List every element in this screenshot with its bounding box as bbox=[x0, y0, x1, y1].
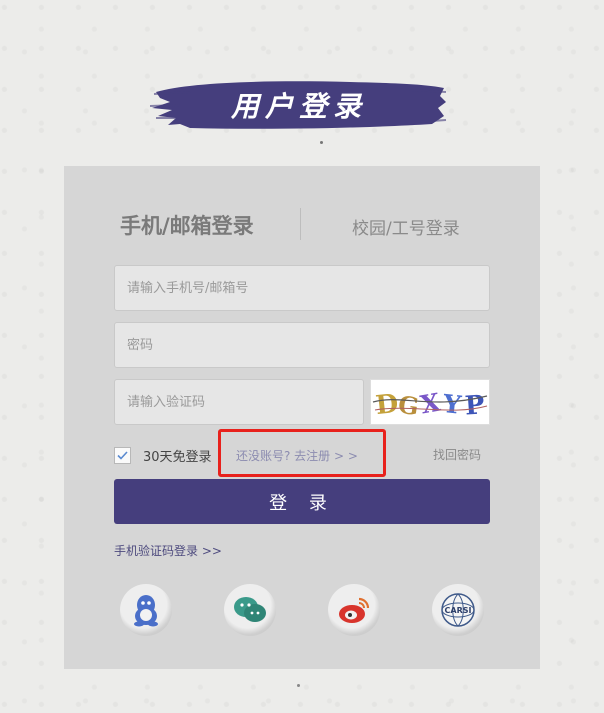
qq-icon bbox=[134, 595, 158, 627]
sms-login-link[interactable]: 手机验证码登录 >> bbox=[114, 542, 222, 559]
captcha-field[interactable] bbox=[114, 379, 364, 425]
password-input[interactable] bbox=[115, 323, 489, 367]
register-link[interactable]: 还没账号? 去注册 > > bbox=[236, 447, 358, 464]
svg-text:P: P bbox=[464, 390, 486, 421]
decorative-dot bbox=[297, 684, 300, 687]
remember-label: 30天免登录 bbox=[143, 449, 212, 465]
wechat-icon bbox=[234, 597, 266, 622]
tab-campus-login[interactable]: 校园/工号登录 bbox=[352, 214, 460, 239]
svg-text:G: G bbox=[396, 390, 420, 422]
captcha-input[interactable] bbox=[115, 380, 363, 424]
tab-divider bbox=[300, 208, 301, 240]
banner-title: 用户登录 bbox=[230, 90, 367, 123]
carsi-icon: CARSI bbox=[441, 593, 475, 627]
weibo-icon bbox=[339, 597, 370, 623]
login-button[interactable]: 登 录 bbox=[114, 479, 490, 524]
social-login-row: CARSI bbox=[64, 584, 540, 636]
remember-checkbox[interactable] bbox=[114, 446, 131, 464]
carsi-login-button[interactable]: CARSI bbox=[432, 584, 484, 636]
tab-phone-email-login[interactable]: 手机/邮箱登录 bbox=[120, 210, 254, 240]
weibo-login-button[interactable] bbox=[328, 584, 380, 636]
check-icon bbox=[117, 450, 128, 460]
qq-login-button[interactable] bbox=[120, 584, 172, 636]
captcha-image[interactable]: D G X Y P bbox=[370, 379, 490, 425]
forgot-password-link[interactable]: 找回密码 bbox=[433, 446, 481, 463]
password-field[interactable] bbox=[114, 322, 490, 368]
svg-text:Y: Y bbox=[441, 389, 464, 420]
wechat-login-button[interactable] bbox=[224, 584, 276, 636]
svg-text:X: X bbox=[418, 388, 443, 420]
account-field[interactable] bbox=[114, 265, 490, 311]
decorative-dot bbox=[320, 141, 323, 144]
remember-me[interactable]: 30天免登录 bbox=[114, 445, 212, 465]
carsi-label: CARSI bbox=[445, 606, 472, 615]
login-banner: 用户登录 bbox=[150, 78, 448, 132]
account-input[interactable] bbox=[115, 266, 489, 310]
login-card: 手机/邮箱登录 校园/工号登录 D G X Y P 30天免登录 还没账号? 去… bbox=[64, 166, 540, 669]
captcha-graphic: D G X Y P bbox=[372, 388, 488, 422]
login-tabs: 手机/邮箱登录 校园/工号登录 bbox=[64, 206, 540, 242]
